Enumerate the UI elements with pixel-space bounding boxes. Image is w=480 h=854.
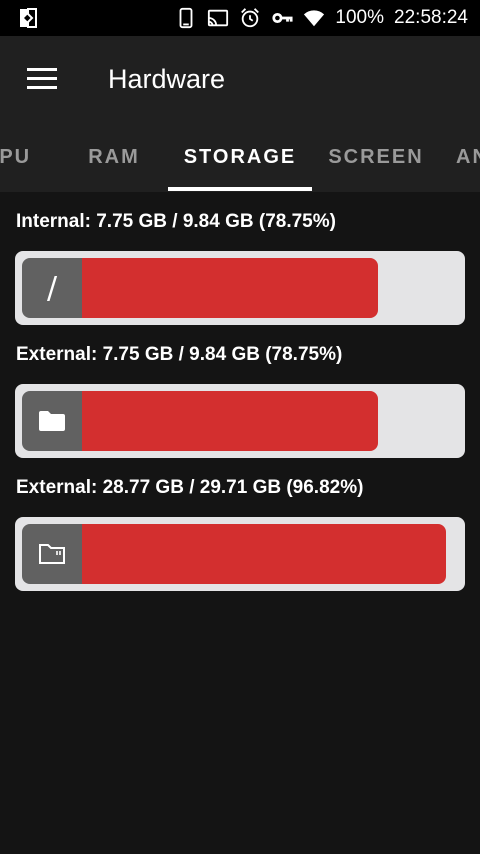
internal-storage-label: Internal: 7.75 GB / 9.84 GB (78.75%) (16, 211, 336, 232)
tab-ram[interactable]: RAM (64, 122, 164, 192)
page-title: Hardware (108, 64, 226, 94)
nfc-icon (20, 8, 37, 28)
menu-button[interactable] (14, 56, 70, 102)
folder-icon (22, 391, 82, 451)
cast-icon (208, 9, 229, 27)
external-sd-storage-label: External: 28.77 GB / 29.71 GB (96.82%) (16, 477, 364, 498)
tab-android[interactable]: AN (456, 122, 480, 192)
clock-time: 22:58:24 (394, 7, 468, 28)
phone-icon (180, 7, 193, 29)
tab-cpu[interactable]: CPU (0, 122, 52, 192)
tab-screen[interactable]: SCREEN (320, 122, 432, 192)
external-storage-label: External: 7.75 GB / 9.84 GB (78.75%) (16, 344, 343, 365)
slash-glyph: / (46, 270, 58, 306)
internal-storage-bar[interactable]: / (15, 251, 465, 325)
storage-bar-fill (82, 391, 378, 451)
wifi-icon (304, 10, 325, 27)
sd-card-icon (22, 524, 82, 584)
tab-bar: CPU RAM STORAGE SCREEN AN (0, 122, 480, 192)
slash-root-icon: / (22, 258, 82, 318)
tab-indicator (168, 187, 312, 191)
external-storage-bar[interactable] (15, 384, 465, 458)
storage-bar-fill (82, 524, 446, 584)
battery-text: 100% (335, 7, 385, 28)
vpn-key-icon (272, 12, 293, 24)
alarm-icon (241, 8, 260, 28)
status-bar: 100% 22:58:24 (0, 0, 480, 36)
hamburger-menu-icon (27, 68, 57, 89)
external-sd-storage-bar[interactable] (15, 517, 465, 591)
app-bar: Hardware (0, 36, 480, 122)
tab-storage[interactable]: STORAGE (168, 122, 312, 192)
storage-bar-fill (82, 258, 378, 318)
